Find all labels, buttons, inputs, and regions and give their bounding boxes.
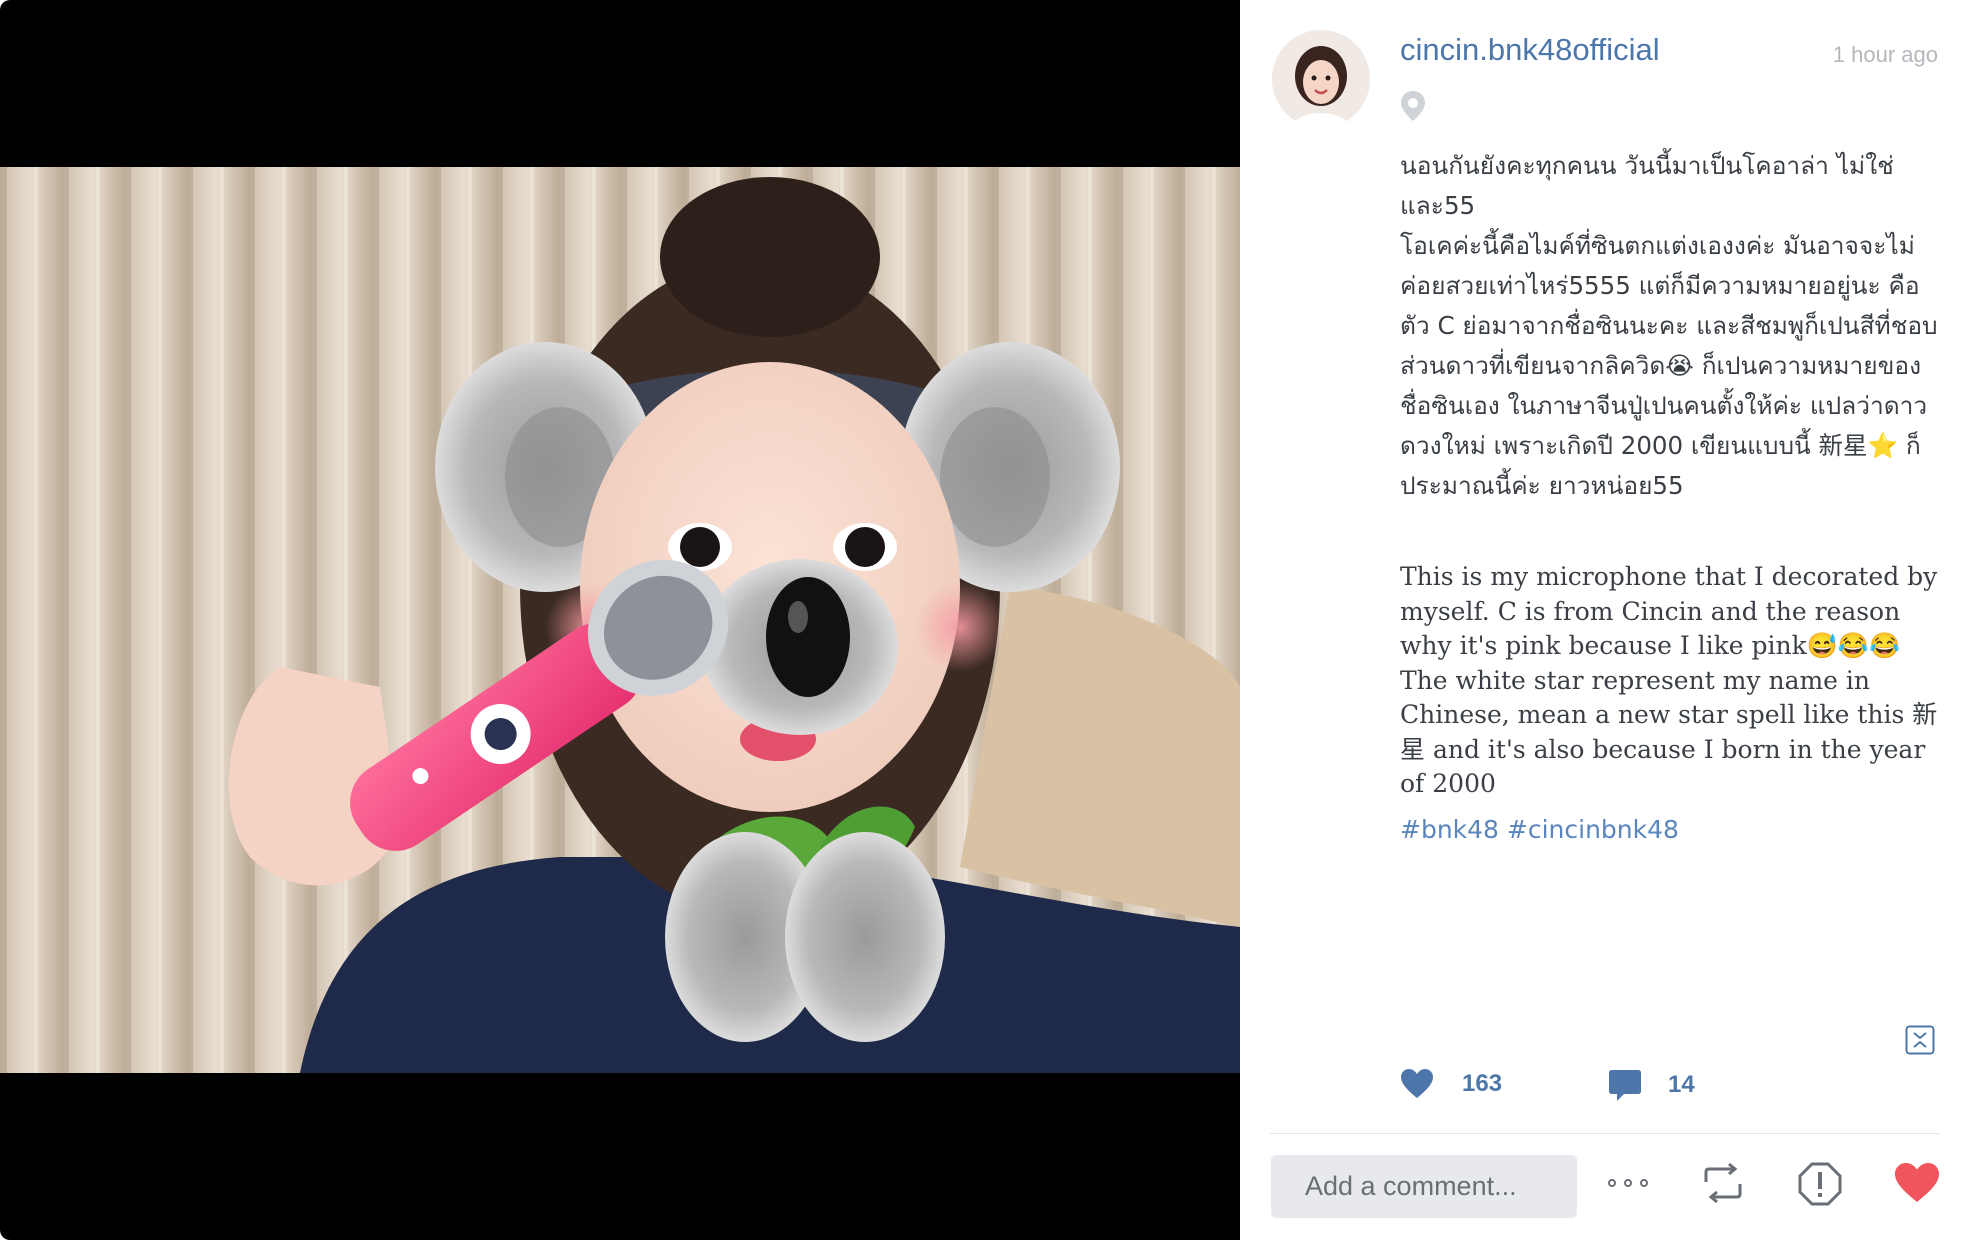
caption-thai: นอนกันยังคะทุกคนน วันนี้มาเป็นโคอาล่า ไม… [1400, 151, 1938, 500]
report-icon[interactable] [1798, 1162, 1842, 1210]
hashtag-list: #bnk48 #cincinbnk48 [1400, 815, 1679, 844]
comments-stat[interactable]: 14 [1608, 1068, 1695, 1102]
likes-stat[interactable]: 163 [1400, 1068, 1502, 1100]
heart-icon [1400, 1068, 1434, 1100]
likes-count: 163 [1462, 1070, 1503, 1097]
post-details-panel: cincin.bnk48official 1 hour ago นอนกันยั… [1240, 0, 1970, 1240]
comments-count: 14 [1668, 1071, 1695, 1098]
location-pin-icon[interactable] [1400, 90, 1426, 126]
caption-english: This is my microphone that I decorated b… [1400, 562, 1946, 798]
comment-bubble-icon [1608, 1068, 1642, 1102]
avatar[interactable] [1272, 30, 1370, 128]
favorite-heart-icon[interactable] [1894, 1162, 1940, 1208]
comment-input[interactable] [1271, 1155, 1577, 1218]
post-viewer-window: cincin.bnk48official 1 hour ago นอนกันยั… [0, 0, 1970, 1240]
hashtag-link[interactable]: #cincinbnk48 [1507, 815, 1679, 844]
repost-icon[interactable] [1700, 1162, 1746, 1208]
divider [1270, 1133, 1940, 1134]
username-link[interactable]: cincin.bnk48official [1400, 32, 1660, 68]
post-timestamp: 1 hour ago [1832, 42, 1938, 67]
more-dots-icon[interactable] [1606, 1175, 1650, 1195]
hashtag-link[interactable]: #bnk48 [1400, 815, 1499, 844]
media-pane [0, 0, 1240, 1240]
collapse-icon[interactable] [1905, 1025, 1935, 1059]
post-photo[interactable] [0, 167, 1240, 1073]
